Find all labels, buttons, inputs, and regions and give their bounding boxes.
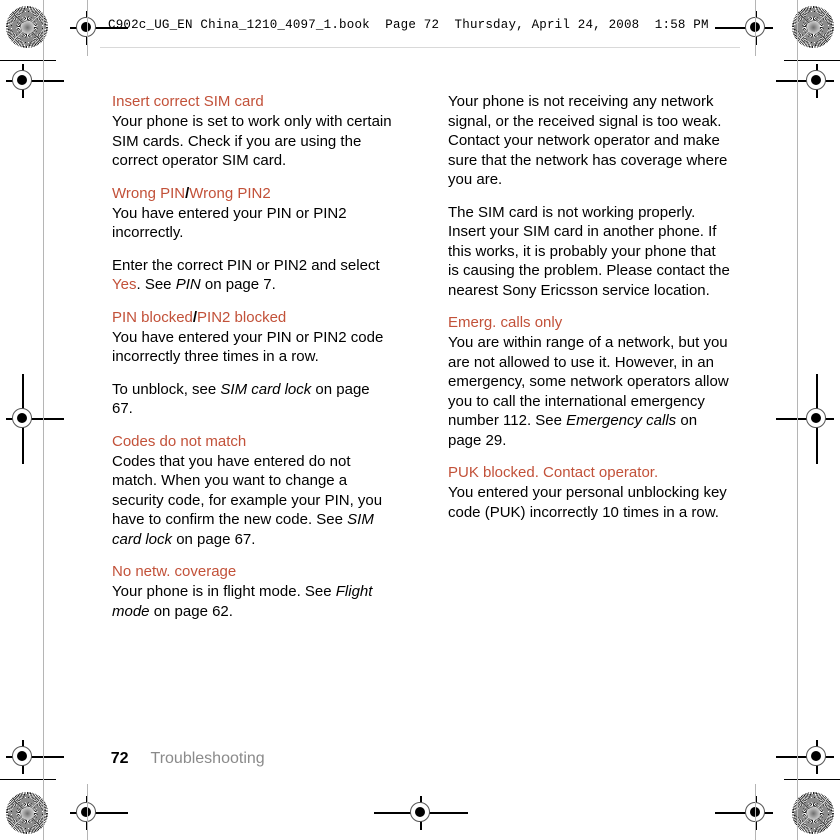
registration-crosshair-bottom-center (374, 796, 468, 830)
section-paragraph: Your phone is in flight mode. See Flight… (112, 582, 394, 621)
registration-crosshair-inner-right-middle (776, 374, 834, 464)
section-paragraph: Your phone is set to work only with cert… (112, 113, 392, 169)
footer-gap (129, 750, 151, 767)
section-paragraph: You entered your personal unblocking key… (448, 484, 727, 521)
run-text: . See (136, 276, 176, 293)
page-footer: 72 Troubleshooting (93, 729, 265, 789)
trim-rule-bottom-left (0, 779, 56, 781)
section-paragraph: You have entered your PIN or PIN2 code i… (112, 328, 384, 366)
run-italic-ref: Emergency calls (566, 412, 677, 429)
section-paragraph: Codes that you have entered do not match… (112, 452, 394, 550)
run-text: on page 62. (149, 602, 233, 620)
section-paragraph: You have entered your PIN or PIN2 incorr… (112, 204, 347, 242)
heading-text: No netw. coverage (112, 563, 237, 580)
trim-guide-bot-mark-r (755, 784, 756, 840)
section-insert-correct-sim-card: Insert correct SIM card Your phone is se… (112, 92, 394, 171)
section-continuation: Your phone is not receiving any network … (448, 92, 730, 300)
section-emergency-calls-only: Emerg. calls only You are within range o… (448, 313, 730, 450)
body-column-right: Your phone is not receiving any network … (448, 92, 730, 535)
run-text: on page 67. (172, 530, 256, 548)
run-text: To unblock, see (112, 380, 221, 398)
section-heading: Emerg. calls only (448, 313, 730, 332)
run-text: Enter the correct PIN or PIN2 and select (112, 256, 380, 274)
radial-resolution-target-top-left (6, 6, 48, 48)
section-wrong-pin: Wrong PIN/Wrong PIN2 You have entered yo… (112, 184, 394, 295)
radial-resolution-target-top-right (792, 6, 834, 48)
heading-text-part-1: PIN blocked (112, 308, 193, 326)
run-text: Your phone is in flight mode. See (112, 583, 336, 600)
section-heading: No netw. coverage (112, 562, 394, 581)
trim-guide-right (797, 0, 798, 840)
section-paragraph: Your phone is not receiving any network … (448, 93, 728, 188)
heading-text: Insert correct SIM card (112, 93, 264, 110)
run-italic-ref: PIN (175, 276, 201, 293)
heading-text: Codes do not match (112, 432, 247, 450)
trim-guide-bot-mark (87, 784, 88, 840)
registration-crosshair-top-right (715, 11, 773, 45)
section-heading: Insert correct SIM card (112, 92, 394, 111)
section-heading: Codes do not match (112, 432, 394, 451)
registration-crosshair-bottom-right (715, 796, 773, 830)
section-heading: PIN blocked/PIN2 blocked (112, 308, 394, 327)
registration-crosshair-inner-left-middle (6, 374, 64, 464)
running-header: C902c_UG_EN China_1210_4097_1.book Page … (108, 18, 709, 32)
run-text: Codes that you have entered do not match… (112, 452, 383, 529)
heading-text-part-2: Wrong PIN2 (189, 184, 271, 202)
section-paragraph: To unblock, see SIM card lock on page 67… (112, 380, 394, 419)
trim-guide-top-mark (87, 0, 88, 56)
trim-guide-left (43, 0, 44, 840)
registration-crosshair-inner-top-left (6, 64, 64, 98)
run-italic-ref: SIM card lock (220, 380, 312, 398)
section-paragraph: You are within range of a network, but y… (448, 333, 730, 450)
section-codes-do-not-match: Codes do not match Codes that you have e… (112, 432, 394, 550)
page-number: 72 (110, 750, 129, 767)
heading-text-part-1: Wrong PIN (112, 184, 186, 202)
trim-guide-top-mark-r (755, 0, 756, 56)
chapter-title: Troubleshooting (150, 750, 265, 767)
trim-rule-top-left (0, 60, 56, 62)
run-accent-yes: Yes (112, 276, 137, 293)
document-page: C902c_UG_EN China_1210_4097_1.book Page … (0, 0, 840, 840)
section-puk-blocked: PUK blocked. Contact operator. You enter… (448, 463, 730, 522)
trim-rule-top-right (784, 60, 840, 62)
section-heading: PUK blocked. Contact operator. (448, 463, 730, 482)
heading-text-part-2: PIN2 blocked (197, 308, 287, 326)
section-heading: Wrong PIN/Wrong PIN2 (112, 184, 394, 203)
section-pin-blocked: PIN blocked/PIN2 blocked You have entere… (112, 308, 394, 419)
radial-resolution-target-bottom-right (792, 792, 834, 834)
run-text: on page 7. (200, 276, 276, 293)
registration-crosshair-inner-bottom-right (776, 740, 834, 774)
section-paragraph: Enter the correct PIN or PIN2 and select… (112, 256, 394, 295)
registration-crosshair-inner-top-right (776, 64, 834, 98)
section-no-network-coverage: No netw. coverage Your phone is in fligh… (112, 562, 394, 621)
registration-crosshair-inner-bottom-left (6, 740, 64, 774)
heading-text: PUK blocked. Contact operator. (448, 464, 659, 481)
section-paragraph: The SIM card is not working properly. In… (448, 203, 730, 299)
radial-resolution-target-bottom-left (6, 792, 48, 834)
heading-text: Emerg. calls only (448, 314, 563, 331)
body-column-left: Insert correct SIM card Your phone is se… (112, 92, 394, 634)
trim-guide-header-rule (100, 47, 740, 48)
trim-rule-bottom-right (784, 779, 840, 781)
